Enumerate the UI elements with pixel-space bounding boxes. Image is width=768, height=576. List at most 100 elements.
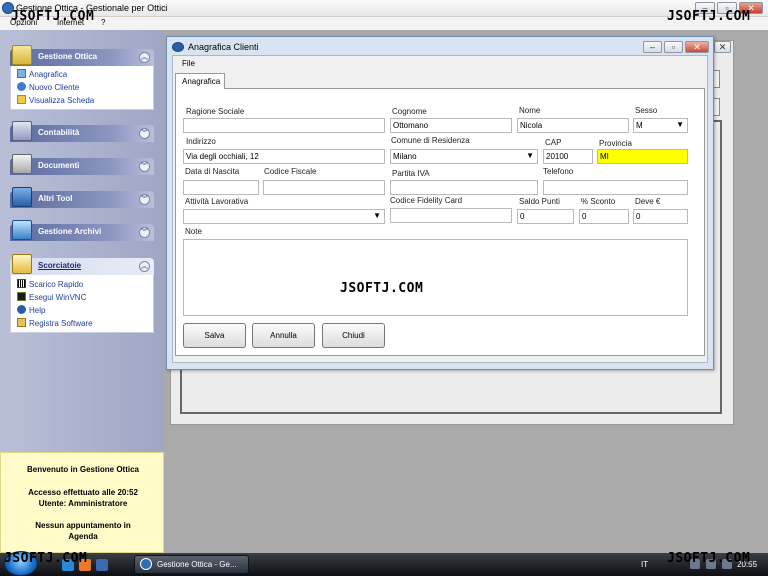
- label-saldo-punti: Saldo Punti: [519, 197, 560, 206]
- chevron-down-icon[interactable]: ︾: [139, 128, 150, 139]
- label-deve: Deve €: [635, 197, 661, 206]
- cap-field[interactable]: 20100: [543, 149, 593, 164]
- panel-gestione-ottica-body: Anagrafica Nuovo Cliente Visualizza Sche…: [10, 66, 154, 110]
- dialog-minimize-button[interactable]: –: [643, 41, 662, 53]
- data-nascita-field[interactable]: [183, 180, 259, 195]
- nome-field[interactable]: Nicola: [517, 118, 629, 133]
- dialog-title: Anagrafica Clienti: [188, 42, 259, 52]
- panel-title: Gestione Ottica: [38, 52, 98, 61]
- welcome-line: Benvenuto in Gestione Ottica: [26, 465, 139, 474]
- chevron-down-icon[interactable]: ︾: [139, 227, 150, 238]
- chevron-down-icon[interactable]: ︾: [139, 161, 150, 172]
- fidelity-card-field[interactable]: [390, 208, 512, 223]
- partita-iva-field[interactable]: [390, 180, 538, 195]
- cancel-button[interactable]: Annulla: [252, 323, 315, 348]
- menu-help[interactable]: ?: [101, 18, 105, 27]
- close-button[interactable]: Chiudi: [322, 323, 385, 348]
- sidebar-item-nuovo-cliente[interactable]: Nuovo Cliente: [17, 82, 79, 92]
- label-provincia: Provincia: [599, 139, 632, 148]
- language-indicator[interactable]: IT: [641, 560, 648, 569]
- sidebar-item-scarico-rapido[interactable]: Scarico Rapido: [17, 279, 83, 289]
- telefono-field[interactable]: [543, 180, 688, 195]
- register-icon: [17, 318, 26, 327]
- note-textarea[interactable]: [183, 239, 688, 316]
- panel-title: Altri Tool: [38, 194, 73, 203]
- document-icon: [17, 69, 26, 78]
- chevron-up-icon[interactable]: ︽: [139, 261, 150, 272]
- background-close-button[interactable]: ✕: [714, 41, 731, 53]
- sidebar-item-esegui-winvnc[interactable]: Esegui WinVNC: [17, 292, 86, 302]
- chevron-down-icon[interactable]: ︾: [139, 194, 150, 205]
- sconto-field[interactable]: 0: [579, 209, 629, 224]
- quick-launch-app-icon[interactable]: [96, 559, 108, 571]
- label-sconto: % Sconto: [581, 197, 616, 206]
- label-ragione-sociale: Ragione Sociale: [186, 107, 245, 116]
- welcome-box: Benvenuto in Gestione Ottica Accesso eff…: [0, 452, 164, 553]
- label-cap: CAP: [545, 138, 562, 147]
- help-icon: [17, 305, 26, 314]
- dialog-menu-file[interactable]: File: [182, 59, 195, 68]
- dropdown-arrow-icon: ▼: [676, 120, 684, 129]
- saldo-punti-field[interactable]: 0: [517, 209, 574, 224]
- cognome-field[interactable]: Ottomano: [390, 118, 512, 133]
- notepad-icon: [12, 254, 32, 274]
- sidebar-item-registra-software[interactable]: Registra Software: [17, 318, 93, 328]
- deve-field[interactable]: 0: [633, 209, 688, 224]
- barcode-icon: [17, 279, 26, 288]
- users-icon: [17, 82, 26, 91]
- label-fidelity: Codice Fidelity Card: [390, 196, 463, 205]
- codice-fiscale-field[interactable]: [263, 180, 385, 195]
- glasses-icon: [12, 45, 32, 65]
- panel-altri-tool-header[interactable]: Altri Tool ︾: [10, 187, 154, 208]
- watermark-dialog: JSOFTJ.COM: [340, 281, 424, 296]
- label-comune: Comune di Residenza: [391, 136, 470, 145]
- label-cognome: Cognome: [392, 107, 427, 116]
- save-button[interactable]: Salva: [183, 323, 246, 348]
- printer-icon: [12, 154, 32, 174]
- panel-scorciatoie-body: Scarico Rapido Esegui WinVNC Help Regist…: [10, 275, 154, 333]
- label-nome: Nome: [519, 106, 541, 115]
- chevron-up-icon[interactable]: ︽: [139, 52, 150, 63]
- dropdown-arrow-icon: ▼: [526, 151, 534, 160]
- label-sesso: Sesso: [635, 106, 658, 115]
- dropdown-arrow-icon: ▼: [373, 211, 381, 220]
- sidebar-item-anagrafica[interactable]: Anagrafica: [17, 69, 67, 79]
- watermark-top-right: JSOFTJ.COM: [667, 9, 751, 24]
- ragione-sociale-field[interactable]: [183, 118, 385, 133]
- watermark-top-left: JSOFTJ.COM: [11, 9, 95, 24]
- welcome-line: Utente: Amministratore: [38, 499, 128, 508]
- comune-select[interactable]: Milano ▼: [390, 149, 538, 164]
- dialog-close-button[interactable]: ✕: [685, 41, 709, 53]
- folder-icon: [17, 95, 26, 104]
- panel-documenti-header[interactable]: Documenti ︾: [10, 154, 154, 175]
- welcome-line: Agenda: [68, 532, 98, 541]
- indirizzo-field[interactable]: Via degli occhiali, 12: [183, 149, 385, 164]
- provincia-field[interactable]: MI: [597, 149, 688, 164]
- panel-title: Gestione Archivi: [38, 227, 102, 236]
- sesso-select[interactable]: M ▼: [633, 118, 688, 133]
- dialog-eye-icon: [172, 42, 184, 52]
- calculator-icon: [12, 121, 32, 141]
- taskbar-app-icon: [140, 558, 152, 570]
- welcome-line: Nessun appuntamento in: [35, 521, 131, 530]
- attivita-select[interactable]: ▼: [183, 209, 385, 224]
- label-partita-iva: Partita IVA: [392, 169, 430, 178]
- panel-title: Contabilità: [38, 128, 80, 137]
- label-telefono: Telefono: [543, 167, 574, 176]
- label-note: Note: [185, 227, 202, 236]
- sidebar-item-visualizza-scheda[interactable]: Visualizza Scheda: [17, 95, 94, 105]
- tab-anagrafica[interactable]: Anagrafica: [175, 73, 225, 89]
- label-data-nascita: Data di Nascita: [185, 167, 240, 176]
- panel-gestione-archivi-header[interactable]: Gestione Archivi ︾: [10, 220, 154, 241]
- panel-scorciatoie-header[interactable]: Scorciatoie ︽: [10, 254, 154, 275]
- book-icon: [12, 187, 32, 207]
- panel-gestione-ottica-header[interactable]: Gestione Ottica ︽: [10, 45, 154, 66]
- panel-title: Scorciatoie: [38, 261, 82, 270]
- label-indirizzo: Indirizzo: [186, 137, 216, 146]
- main-menubar: [0, 17, 768, 30]
- monitor-icon: [17, 292, 26, 301]
- dialog-maximize-button[interactable]: ▫: [664, 41, 683, 53]
- sidebar-item-help[interactable]: Help: [17, 305, 45, 315]
- panel-contabilita-header[interactable]: Contabilità ︾: [10, 121, 154, 142]
- label-attivita: Attività Lavorativa: [185, 197, 249, 206]
